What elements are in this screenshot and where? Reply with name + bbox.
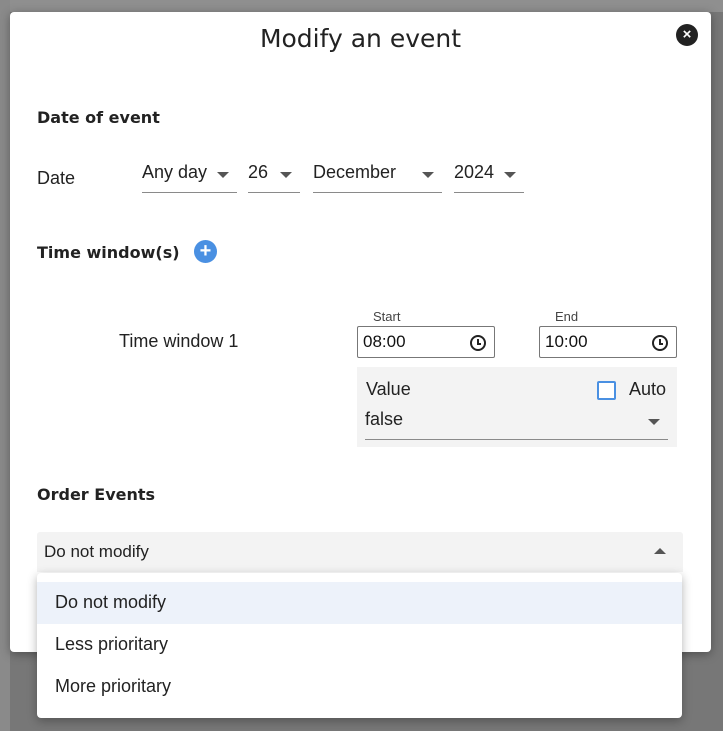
- value-selected: false: [365, 409, 404, 429]
- weekday-value: Any day: [142, 162, 208, 182]
- order-events-value: Do not modify: [44, 542, 149, 561]
- start-label: Start: [373, 309, 401, 324]
- dialog-title: Modify an event: [259, 24, 462, 53]
- chevron-down-icon: [280, 172, 292, 178]
- chevron-down-icon: [648, 419, 660, 425]
- start-time-input[interactable]: 08:00: [357, 326, 495, 358]
- day-select[interactable]: 26: [248, 162, 300, 193]
- chevron-down-icon: [217, 172, 229, 178]
- auto-checkbox[interactable]: [597, 381, 616, 400]
- value-panel: Value Auto false: [357, 367, 677, 447]
- order-events-title: Order Events: [37, 485, 156, 504]
- value-select[interactable]: false: [365, 409, 668, 440]
- dropdown-option-more-prioritary[interactable]: More prioritary: [37, 666, 682, 708]
- plus-icon[interactable]: +: [194, 240, 217, 263]
- time-windows-title: Time window(s): [37, 243, 180, 262]
- start-time-value: 08:00: [363, 332, 406, 351]
- chevron-down-icon: [504, 172, 516, 178]
- day-value: 26: [248, 162, 269, 182]
- dropdown-option-do-not-modify[interactable]: Do not modify: [37, 582, 682, 624]
- order-events-select[interactable]: Do not modify: [37, 532, 683, 572]
- clock-icon[interactable]: [652, 335, 668, 351]
- dropdown-option-less-prioritary[interactable]: Less prioritary: [37, 624, 682, 666]
- order-events-dropdown: Do not modify Less prioritary More prior…: [37, 573, 682, 718]
- time-window-label: Time window 1: [119, 331, 239, 351]
- month-select[interactable]: December: [313, 162, 442, 193]
- option-label: Less prioritary: [55, 634, 169, 654]
- weekday-select[interactable]: Any day: [142, 162, 237, 193]
- date-label: Date: [37, 168, 76, 188]
- modify-event-dialog: Modify an event × Date of event Date Any…: [10, 12, 711, 652]
- option-label: More prioritary: [55, 676, 172, 696]
- year-value: 2024: [454, 162, 495, 182]
- auto-label: Auto: [629, 379, 667, 399]
- year-select[interactable]: 2024: [454, 162, 524, 193]
- date-section-title: Date of event: [37, 108, 160, 127]
- background-top-bar: [0, 0, 723, 12]
- month-value: December: [313, 162, 397, 182]
- option-label: Do not modify: [55, 592, 167, 612]
- end-time-input[interactable]: 10:00: [539, 326, 677, 358]
- end-label: End: [555, 309, 579, 324]
- chevron-up-icon: [654, 548, 666, 554]
- chevron-down-icon: [422, 172, 434, 178]
- value-label: Value: [366, 379, 411, 399]
- close-icon[interactable]: ×: [676, 24, 698, 46]
- background-left-strip: [0, 0, 10, 731]
- end-time-value: 10:00: [545, 332, 588, 351]
- clock-icon[interactable]: [470, 335, 486, 351]
